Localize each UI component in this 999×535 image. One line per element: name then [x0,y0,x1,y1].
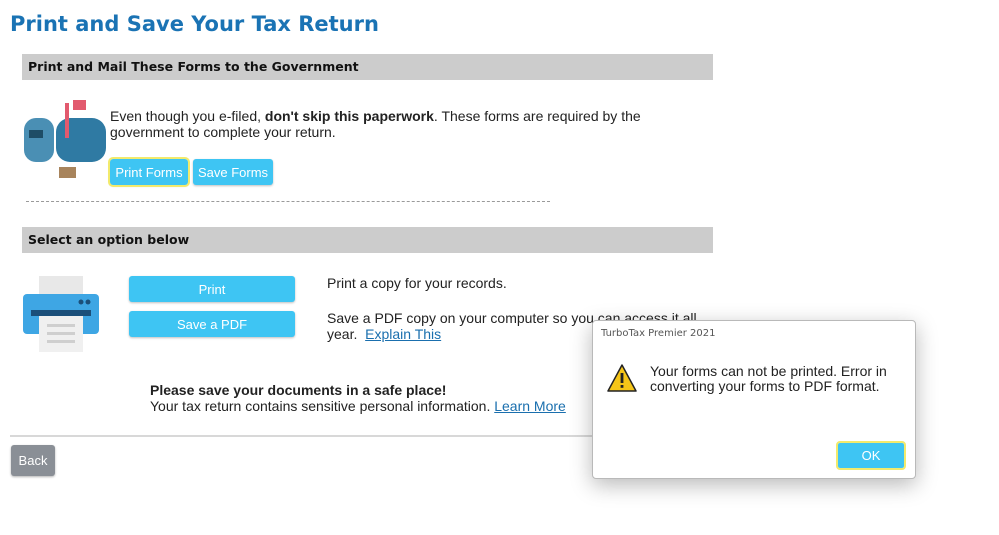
safe-notice: Please save your documents in a safe pla… [150,382,600,414]
dialog-title: TurboTax Premier 2021 [601,328,716,339]
safe-notice-body: Your tax return contains sensitive perso… [150,398,491,414]
mail-forms-description: Even though you e-filed, don't skip this… [110,108,710,140]
footer-divider [10,435,600,437]
print-forms-button[interactable]: Print Forms [108,157,190,187]
print-button[interactable]: Print [129,276,295,302]
explain-this-link[interactable]: Explain This [365,326,441,342]
safe-notice-body-line: Your tax return contains sensitive perso… [150,398,600,414]
description-bold: don't skip this paperwork [264,108,434,124]
mail-forms-section-header: Print and Mail These Forms to the Govern… [22,54,713,80]
description-part-1: Even though you e-filed, [110,108,265,124]
error-dialog: TurboTax Premier 2021 Your forms can not… [592,320,916,479]
select-option-section-header: Select an option below [22,227,713,253]
save-forms-button[interactable]: Save Forms [193,159,273,185]
mailbox-icon [24,100,106,178]
printer-icon [23,276,99,352]
section-divider [26,201,550,202]
save-pdf-button[interactable]: Save a PDF [129,311,295,337]
print-description: Print a copy for your records. [327,275,507,291]
dialog-message: Your forms can not be printed. Error in … [650,363,887,394]
warning-icon [607,364,637,392]
ok-button[interactable]: OK [836,441,906,470]
safe-notice-title: Please save your documents in a safe pla… [150,382,447,398]
back-button[interactable]: Back [11,445,55,476]
page-title: Print and Save Your Tax Return [10,12,379,36]
learn-more-link[interactable]: Learn More [494,398,566,414]
